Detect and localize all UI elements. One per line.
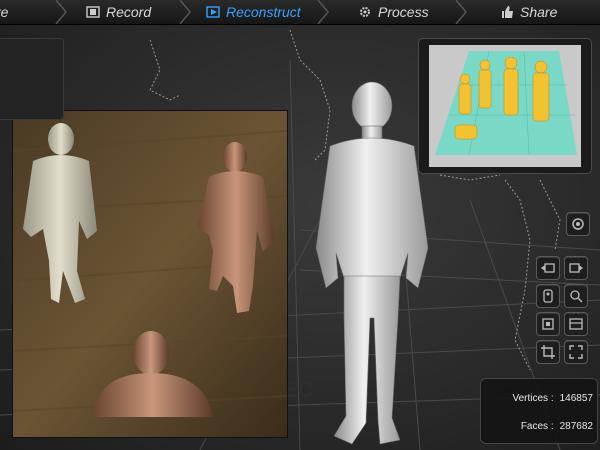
- tab-separator-icon: [455, 0, 467, 24]
- tab-separator-icon: [317, 0, 329, 24]
- print-preview-thumbnail[interactable]: [418, 38, 592, 174]
- faces-label: Faces :: [520, 421, 554, 432]
- faces-value: 287682: [559, 421, 593, 432]
- figurines-photo: [13, 111, 287, 437]
- camera-left-icon: [541, 263, 555, 273]
- workflow-tab-bar: re Record Reconstruct Process Share: [0, 0, 600, 25]
- tab-process[interactable]: Process: [358, 0, 429, 24]
- mesh-stats-panel: Vertices : 146857 Faces : 287682: [480, 378, 598, 444]
- thumbs-up-icon: [502, 6, 513, 18]
- 3d-viewport[interactable]: EC Vertices: 146857 Faces: 287682: [0, 0, 600, 450]
- capture-icon: [572, 218, 584, 230]
- layout-button[interactable]: [564, 312, 588, 336]
- expand-button[interactable]: [564, 340, 588, 364]
- reference-photo: [12, 110, 288, 438]
- tab-label: Record: [106, 4, 152, 20]
- vertices-value: 146857: [559, 393, 593, 404]
- camera-right-icon: [569, 263, 583, 273]
- zoom-button[interactable]: [564, 284, 588, 308]
- gear-icon: [360, 7, 370, 17]
- tab-label: Process: [378, 4, 429, 20]
- camera-left-button[interactable]: [536, 256, 560, 280]
- front-view-button[interactable]: [536, 312, 560, 336]
- figure-view-button[interactable]: [536, 284, 560, 308]
- tab-separator-icon: [55, 0, 67, 24]
- crop-button[interactable]: [536, 340, 560, 364]
- reconstruct-icon: [206, 6, 220, 18]
- print-bed-view: [429, 45, 581, 167]
- tab-prepare[interactable]: re: [0, 0, 8, 24]
- front-view-icon: [542, 318, 554, 330]
- crop-icon: [541, 345, 555, 359]
- tab-label: re: [0, 4, 9, 20]
- film-icon: [86, 6, 100, 18]
- expand-icon: [569, 345, 583, 359]
- figure-view-icon: [543, 289, 553, 303]
- left-side-panel[interactable]: [0, 38, 64, 120]
- tab-share[interactable]: Share: [500, 0, 557, 24]
- tab-label: Reconstruct: [226, 4, 301, 20]
- layout-icon: [569, 318, 583, 330]
- tab-label: Share: [520, 4, 558, 20]
- print-bed-figures: [435, 50, 577, 156]
- tab-record[interactable]: Record: [86, 0, 151, 24]
- camera-right-button[interactable]: [564, 256, 588, 280]
- capture-button[interactable]: [566, 212, 590, 236]
- tab-reconstruct[interactable]: Reconstruct: [206, 0, 301, 24]
- tab-separator-icon: [179, 0, 191, 24]
- zoom-icon: [570, 290, 583, 303]
- vertices-label: Vertices :: [512, 393, 554, 404]
